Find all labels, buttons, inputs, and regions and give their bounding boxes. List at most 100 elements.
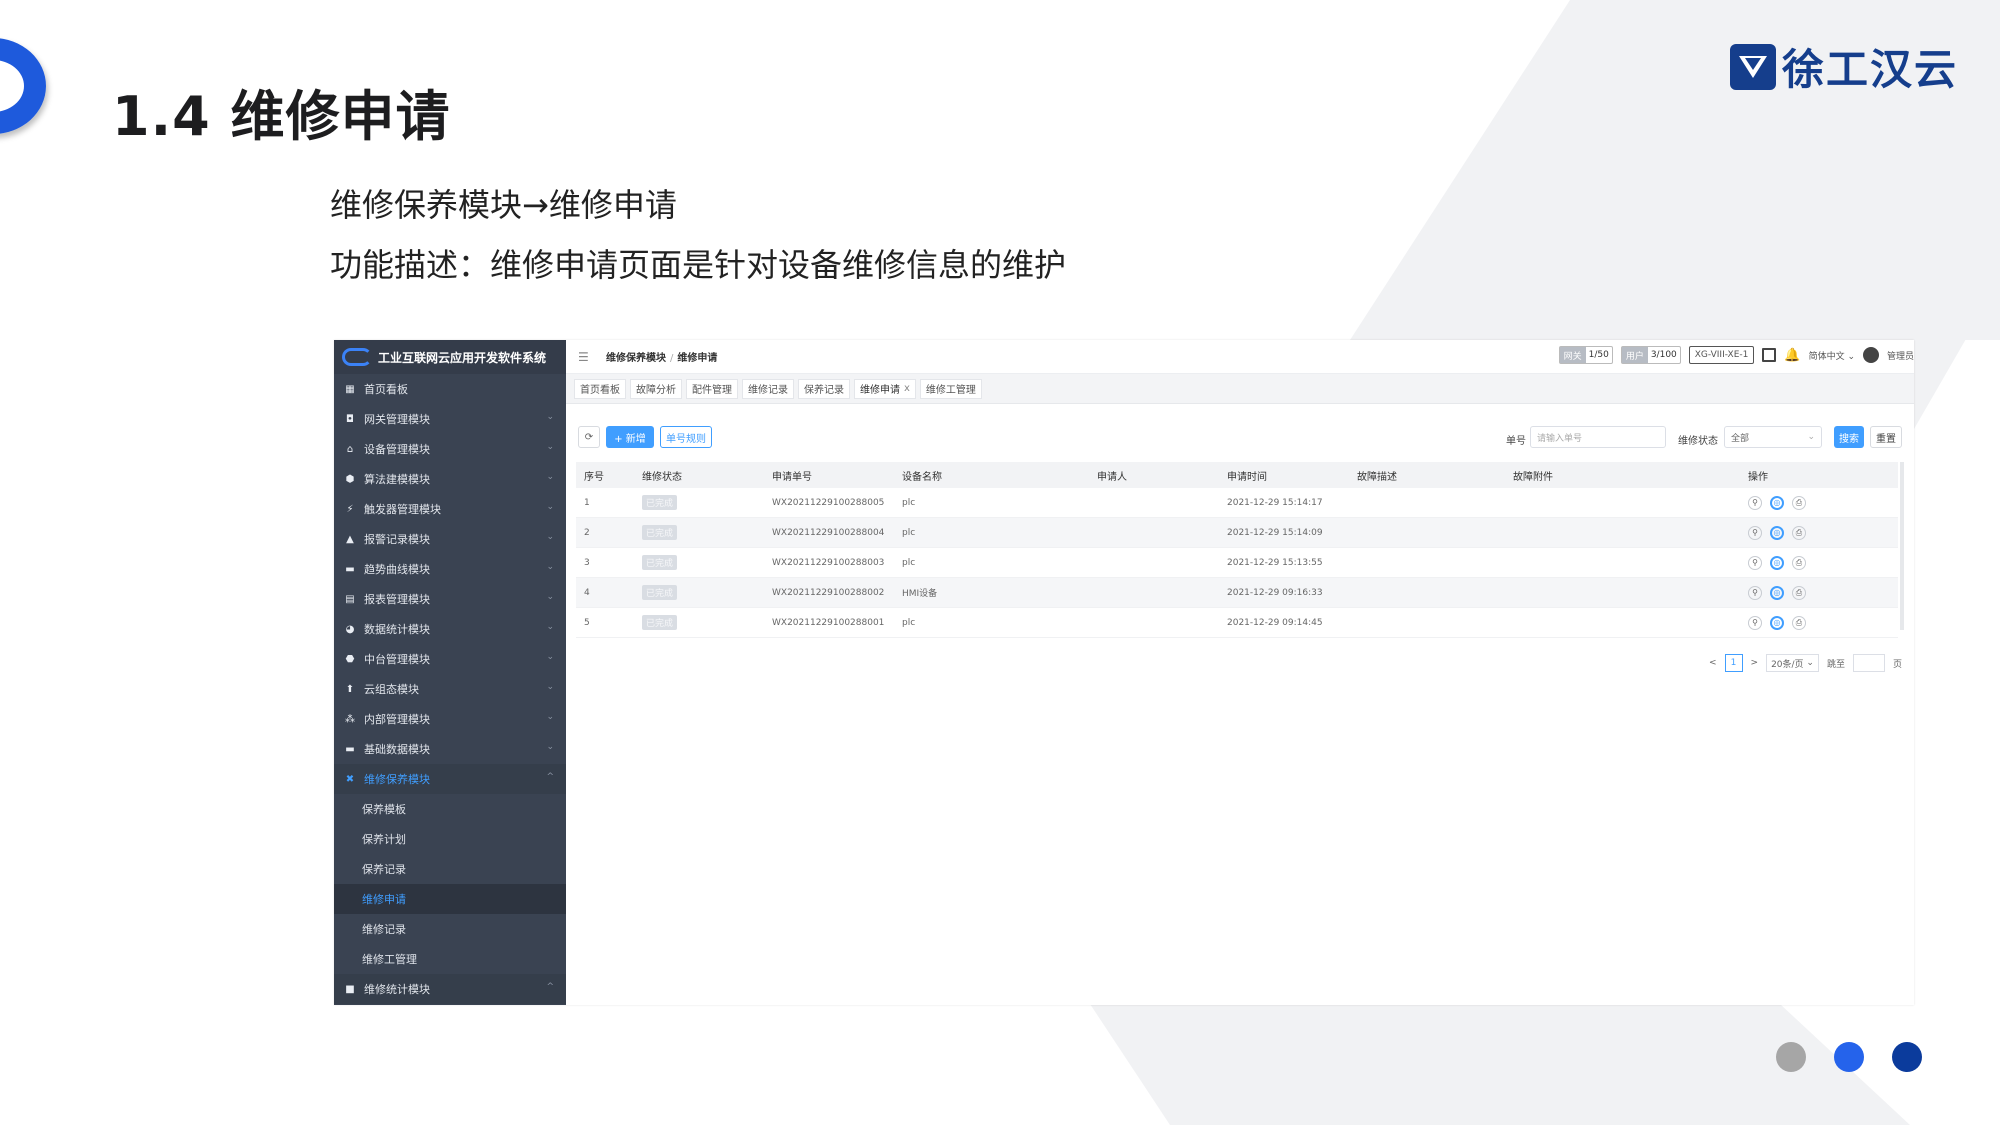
add-button[interactable]: + 新增 — [606, 426, 654, 448]
sidebar-item[interactable]: ▬ 基础数据模块 ⌄ — [334, 734, 566, 764]
module-path-text: 维修保养模块→维修申请 — [330, 186, 677, 224]
main-content: ☰ 维修保养模块 / 维修申请 网关 1/50 用户 3/100 XG-VIII-XE-… — [566, 340, 1914, 1005]
jump-page-input[interactable] — [1852, 654, 1885, 672]
tab[interactable]: 配件管理 — [686, 378, 738, 399]
column-header: 故障附件 — [1513, 471, 1553, 483]
current-page[interactable]: 1 — [1724, 654, 1743, 672]
process-icon[interactable]: ◎ — [1770, 585, 1784, 600]
sidebar-item-label: 设备管理模块 — [364, 443, 430, 456]
process-icon[interactable]: ◎ — [1770, 555, 1784, 570]
breadcrumb-parent[interactable]: 维修保养模块 — [606, 353, 666, 364]
next-page-button[interactable]: > — [1751, 658, 1759, 668]
tab-label: 维修申请 — [860, 385, 900, 396]
sidebar-item[interactable]: ▬ 趋势曲线模块 ⌄ — [334, 554, 566, 584]
sidebar-sub-item[interactable]: 保养记录 — [334, 854, 566, 884]
sidebar-sub-item[interactable]: 维修申请 — [334, 884, 566, 914]
sidebar-item[interactable]: ▲ 报警记录模块 ⌄ — [334, 524, 566, 554]
sidebar-item[interactable]: ◘ 网关管理模块 ⌄ — [334, 404, 566, 434]
print-icon[interactable]: ⎙ — [1792, 555, 1806, 570]
sidebar-item-label: 维修保养模块 — [364, 773, 430, 786]
menu-toggle-icon[interactable]: ☰ — [578, 350, 590, 364]
user-name[interactable]: 管理员 — [1887, 349, 1914, 362]
sidebar-item[interactable]: ⁂ 内部管理模块 ⌄ — [334, 704, 566, 734]
org-icon: ⁂ — [345, 713, 355, 725]
search-button[interactable]: 搜索 — [1834, 426, 1864, 448]
sidebar-item[interactable]: ◕ 数据统计模块 ⌄ — [334, 614, 566, 644]
sidebar: 工业互联网云应用开发软件系统 ▦ 首页看板 ◘ 网关管理模块 ⌄ ⌂ 设备管理模块 ⌄ ⬢ 算法建… — [334, 340, 566, 1005]
toolbar: ⟳ + 新增 单号规则 单号 请输入单号 维修状态 全部 ⌄ 搜索 重置 — [566, 426, 1914, 454]
print-icon[interactable]: ⎙ — [1792, 585, 1806, 600]
sidebar-item[interactable]: ▤ 报表管理模块 ⌄ — [334, 584, 566, 614]
table-scrollbar[interactable] — [1900, 462, 1904, 630]
sidebar-item[interactable]: ⌂ 设备管理模块 ⌄ — [334, 434, 566, 464]
sidebar-item[interactable]: ⬆ 云组态模块 ⌄ — [334, 674, 566, 704]
fullscreen-icon[interactable] — [1762, 348, 1777, 362]
tab[interactable]: 维修申请 x — [854, 378, 916, 399]
order-search-input[interactable]: 请输入单号 — [1530, 426, 1666, 448]
reset-button[interactable]: 重置 — [1870, 426, 1902, 448]
table-cell: 已完成 — [642, 585, 772, 600]
sidebar-item-label: 网关管理模块 — [364, 413, 430, 426]
trigger-icon: ⚡ — [346, 503, 354, 515]
tab[interactable]: 保养记录 — [798, 378, 850, 399]
sidebar-sub-item[interactable]: 保养计划 — [334, 824, 566, 854]
view-icon[interactable]: ⚲ — [1748, 615, 1762, 630]
print-icon[interactable]: ⎙ — [1792, 525, 1806, 540]
tab[interactable]: 维修记录 — [742, 378, 794, 399]
chevron-down-icon: ⌄ — [546, 532, 554, 542]
sidebar-item-label: 基础数据模块 — [364, 743, 430, 756]
process-icon[interactable]: ◎ — [1770, 525, 1784, 540]
sidebar-item-label: 内部管理模块 — [364, 713, 430, 726]
process-icon[interactable]: ◎ — [1770, 615, 1784, 630]
sidebar-item[interactable]: ⬣ 中台管理模块 ⌄ — [334, 644, 566, 674]
view-icon[interactable]: ⚲ — [1748, 525, 1762, 540]
view-icon[interactable]: ⚲ — [1748, 495, 1762, 510]
sidebar-sub-item[interactable]: 保养模板 — [334, 794, 566, 824]
user-quota-badge: 用户 3/100 — [1620, 346, 1681, 364]
tab-label: 保养记录 — [804, 385, 844, 396]
sidebar-item[interactable]: ▦ 首页看板 — [334, 374, 566, 404]
print-icon[interactable]: ⎙ — [1792, 495, 1806, 510]
model-badge: XG-VIII-XE-1 — [1688, 346, 1755, 364]
sidebar-sub-item[interactable]: 维修工管理 — [334, 944, 566, 974]
indicator-dot — [1892, 1042, 1922, 1072]
tab[interactable]: 维修工管理 — [919, 378, 982, 399]
sidebar-sub-item[interactable]: 维修记录 — [334, 914, 566, 944]
tab[interactable]: 故障分析 — [630, 378, 682, 399]
repair-request-table: 序号 维修状态 申请单号 设备名称 申请人 申请时间 故障描述 故障附件 操作 1 已完成 WX20… — [576, 462, 1898, 638]
stats-icon: ■ — [345, 983, 355, 995]
status-badge: 已完成 — [642, 525, 678, 540]
order-rule-button[interactable]: 单号规则 — [660, 426, 712, 448]
chevron-down-icon: ⌄ — [1807, 432, 1815, 442]
status-badge: 已完成 — [642, 495, 678, 510]
page-size-select[interactable]: 20条/页 ⌄ — [1766, 654, 1819, 672]
sidebar-item-repair-stats[interactable]: ■ 维修统计模块 ^ — [334, 974, 566, 1004]
avatar[interactable] — [1862, 347, 1879, 363]
function-description: 功能描述：维修申请页面是针对设备维修信息的维护 — [330, 246, 1067, 284]
print-icon[interactable]: ⎙ — [1792, 615, 1806, 630]
tab-label: 首页看板 — [580, 385, 620, 396]
process-icon[interactable]: ◎ — [1770, 495, 1784, 510]
view-icon[interactable]: ⚲ — [1748, 585, 1762, 600]
table-cell: 已完成 — [642, 615, 772, 630]
bell-icon[interactable]: 🔔 — [1784, 348, 1800, 363]
sidebar-item-maintenance[interactable]: ✖ 维修保养模块 ^ — [334, 764, 566, 794]
sidebar-item[interactable]: ⚡ 触发器管理模块 ⌄ — [334, 494, 566, 524]
sidebar-item-label: 算法建模模块 — [364, 473, 430, 486]
chevron-down-icon: ⌄ — [546, 652, 554, 662]
close-icon[interactable]: x — [904, 383, 910, 394]
tab[interactable]: 首页看板 — [574, 378, 626, 399]
table-cell: 2021-12-29 15:13:55 — [1227, 557, 1323, 568]
refresh-button[interactable]: ⟳ — [578, 426, 600, 448]
hub-icon: ⬣ — [345, 653, 355, 665]
table-row: 1 已完成 WX20211229100288005 plc 2021-12-29 15:… — [576, 488, 1898, 518]
status-select[interactable]: 全部 ⌄ — [1724, 426, 1822, 448]
table-row: 2 已完成 WX20211229100288004 plc 2021-12-29 15:… — [576, 518, 1898, 548]
prev-page-button[interactable]: < — [1709, 658, 1717, 668]
sidebar-item[interactable]: ⬢ 算法建模模块 ⌄ — [334, 464, 566, 494]
device-icon: ⌂ — [346, 443, 354, 455]
language-select[interactable]: 简体中文 ⌄ — [1809, 349, 1855, 362]
table-cell: 1 — [584, 497, 590, 508]
table-cell: 已完成 — [642, 495, 772, 510]
view-icon[interactable]: ⚲ — [1748, 555, 1762, 570]
